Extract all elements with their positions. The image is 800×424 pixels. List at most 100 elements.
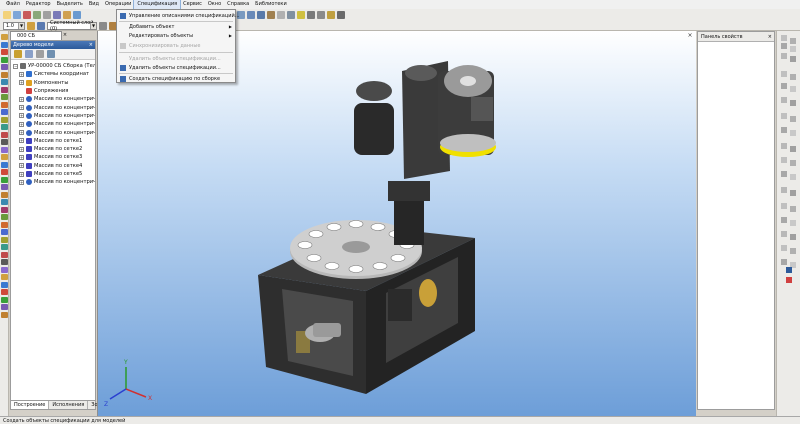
tree-expander-icon[interactable]: +: [19, 154, 24, 160]
tree-expander-icon[interactable]: +: [19, 138, 24, 144]
menu-item[interactable]: Справка: [224, 0, 252, 9]
viewport-close-icon[interactable]: ×: [687, 33, 693, 39]
compact-panel-tool-icon[interactable]: [1, 304, 8, 310]
tree-bottom-tab[interactable]: Исполнения: [49, 401, 89, 409]
compact-panel-tool-icon[interactable]: [1, 64, 8, 70]
right-tool-icon[interactable]: [790, 248, 796, 254]
compact-panel-tool-icon[interactable]: [1, 169, 8, 175]
right-tool-icon[interactable]: [790, 190, 796, 196]
right-tool-icon[interactable]: [790, 74, 796, 80]
right-tool-icon[interactable]: [781, 83, 787, 89]
tree-row[interactable]: + Массив по концентриче: [11, 178, 95, 186]
shaded-icon[interactable]: [297, 10, 305, 19]
compact-panel-tool-icon[interactable]: [1, 191, 8, 198]
tree-order-icon[interactable]: [14, 50, 22, 58]
tree-expander-icon[interactable]: +: [19, 96, 24, 102]
tree-row[interactable]: + Массив по сетке4: [11, 162, 95, 170]
right-tool-icon[interactable]: [781, 231, 787, 237]
compact-panel-tool-icon[interactable]: [1, 139, 8, 145]
compact-panel-tool-icon[interactable]: [1, 251, 8, 258]
right-tool-icon[interactable]: [790, 174, 796, 180]
local-cs-icon[interactable]: [37, 21, 45, 30]
compact-panel-tool-icon[interactable]: [1, 131, 8, 138]
compact-panel-tool-icon[interactable]: [1, 289, 8, 295]
tree-expander-icon[interactable]: +: [19, 113, 24, 119]
model-tree-close-icon[interactable]: ×: [89, 41, 93, 49]
compact-panel-tool-icon[interactable]: [1, 154, 8, 160]
compact-panel-tool-icon[interactable]: [1, 296, 8, 303]
compact-panel-tool-icon[interactable]: [1, 71, 8, 78]
tree-expander-icon[interactable]: +: [19, 105, 24, 111]
tree-expander-icon[interactable]: +: [19, 130, 24, 136]
tree-bottom-tab[interactable]: Построение: [11, 401, 50, 409]
undo-icon[interactable]: [73, 10, 81, 19]
chevron-down-icon[interactable]: ▼: [18, 22, 24, 29]
right-tool-icon[interactable]: [790, 116, 796, 122]
right-tool-icon[interactable]: [781, 97, 787, 103]
grid-icon[interactable]: [27, 21, 35, 30]
tree-row[interactable]: Сопряжения: [11, 87, 95, 95]
menu-item[interactable]: Спецификация: [133, 0, 182, 10]
tree-row[interactable]: + Массив по сетке5: [11, 170, 95, 178]
compact-panel-tool-icon[interactable]: [1, 86, 8, 93]
tree-structure-icon[interactable]: [25, 50, 33, 58]
right-tool-icon[interactable]: [781, 157, 787, 163]
chevron-down-icon[interactable]: ▼: [90, 22, 96, 29]
right-tool-icon[interactable]: [781, 203, 787, 209]
fit-icon[interactable]: [257, 10, 265, 19]
right-tool-icon[interactable]: [790, 38, 796, 44]
tree-row[interactable]: + Массив по концентриче: [11, 95, 95, 103]
right-tool-icon[interactable]: [790, 100, 796, 106]
tree-row[interactable]: + Массив по сетке3: [11, 153, 95, 161]
hidden-lines-icon[interactable]: [287, 10, 295, 19]
tree-row[interactable]: − УР-00000 СБ Сборка (Тел-: [11, 62, 95, 70]
pan-icon[interactable]: [247, 10, 255, 19]
save-icon[interactable]: [23, 10, 31, 19]
compact-panel-tool-icon[interactable]: [1, 56, 8, 63]
spec-menu-item[interactable]: Редактировать объекты ▶: [117, 32, 235, 40]
tree-expander-icon[interactable]: +: [19, 163, 24, 169]
tree-expander-icon[interactable]: −: [13, 63, 18, 69]
compact-panel-tool-icon[interactable]: [1, 221, 8, 228]
right-tool-icon[interactable]: [781, 53, 787, 59]
menu-item[interactable]: Редактор: [23, 0, 54, 9]
document-tab[interactable]: 000 СБ: [10, 31, 62, 40]
tree-row[interactable]: + Массив по концентриче: [11, 128, 95, 136]
right-tool-icon[interactable]: [790, 86, 796, 92]
print-icon[interactable]: [33, 10, 41, 19]
right-tool-icon[interactable]: [790, 234, 796, 240]
right-tool-icon[interactable]: [781, 127, 787, 133]
right-tool-icon[interactable]: [781, 171, 787, 177]
compact-panel-tool-icon[interactable]: [1, 184, 8, 190]
compact-panel-tool-icon[interactable]: [1, 124, 8, 130]
compact-panel-tool-icon[interactable]: [1, 41, 8, 48]
cut-icon[interactable]: [43, 10, 51, 19]
right-tool-icon[interactable]: [781, 71, 787, 77]
menu-item[interactable]: Вид: [86, 0, 102, 9]
right-tool-icon[interactable]: [790, 220, 796, 226]
tree-expander-icon[interactable]: +: [19, 179, 24, 185]
right-tool-icon[interactable]: [790, 206, 796, 212]
right-tool-icon[interactable]: [790, 46, 796, 52]
tree-row[interactable]: + Массив по концентриче: [11, 120, 95, 128]
layer-combo[interactable]: Системный слой (0) ▼: [47, 20, 97, 32]
document-tab-close-icon[interactable]: ×: [62, 32, 68, 39]
tree-expander-icon[interactable]: +: [19, 121, 24, 127]
settings-icon[interactable]: [337, 10, 345, 19]
compact-panel-tool-icon[interactable]: [1, 109, 8, 115]
compact-panel-tool-icon[interactable]: [1, 281, 8, 288]
spec-menu-item[interactable]: Добавить объект ▶: [117, 23, 235, 31]
variables-icon[interactable]: [786, 277, 792, 283]
tree-expander-icon[interactable]: +: [19, 71, 24, 77]
tree-filter-icon[interactable]: [47, 50, 55, 58]
compact-panel-tool-icon[interactable]: [1, 266, 8, 273]
compact-panel-tool-icon[interactable]: [1, 101, 8, 108]
compact-panel-tool-icon[interactable]: [1, 206, 8, 213]
view-orient-icon[interactable]: [267, 10, 275, 19]
tree-row[interactable]: + Массив по сетке2: [11, 145, 95, 153]
right-tool-icon[interactable]: [781, 43, 787, 49]
tree-row[interactable]: + Системы координат: [11, 70, 95, 78]
compact-panel-tool-icon[interactable]: [1, 244, 8, 250]
compact-panel-tool-icon[interactable]: [1, 49, 8, 55]
spec-menu-item[interactable]: Создать спецификацию по сборке: [117, 75, 235, 83]
